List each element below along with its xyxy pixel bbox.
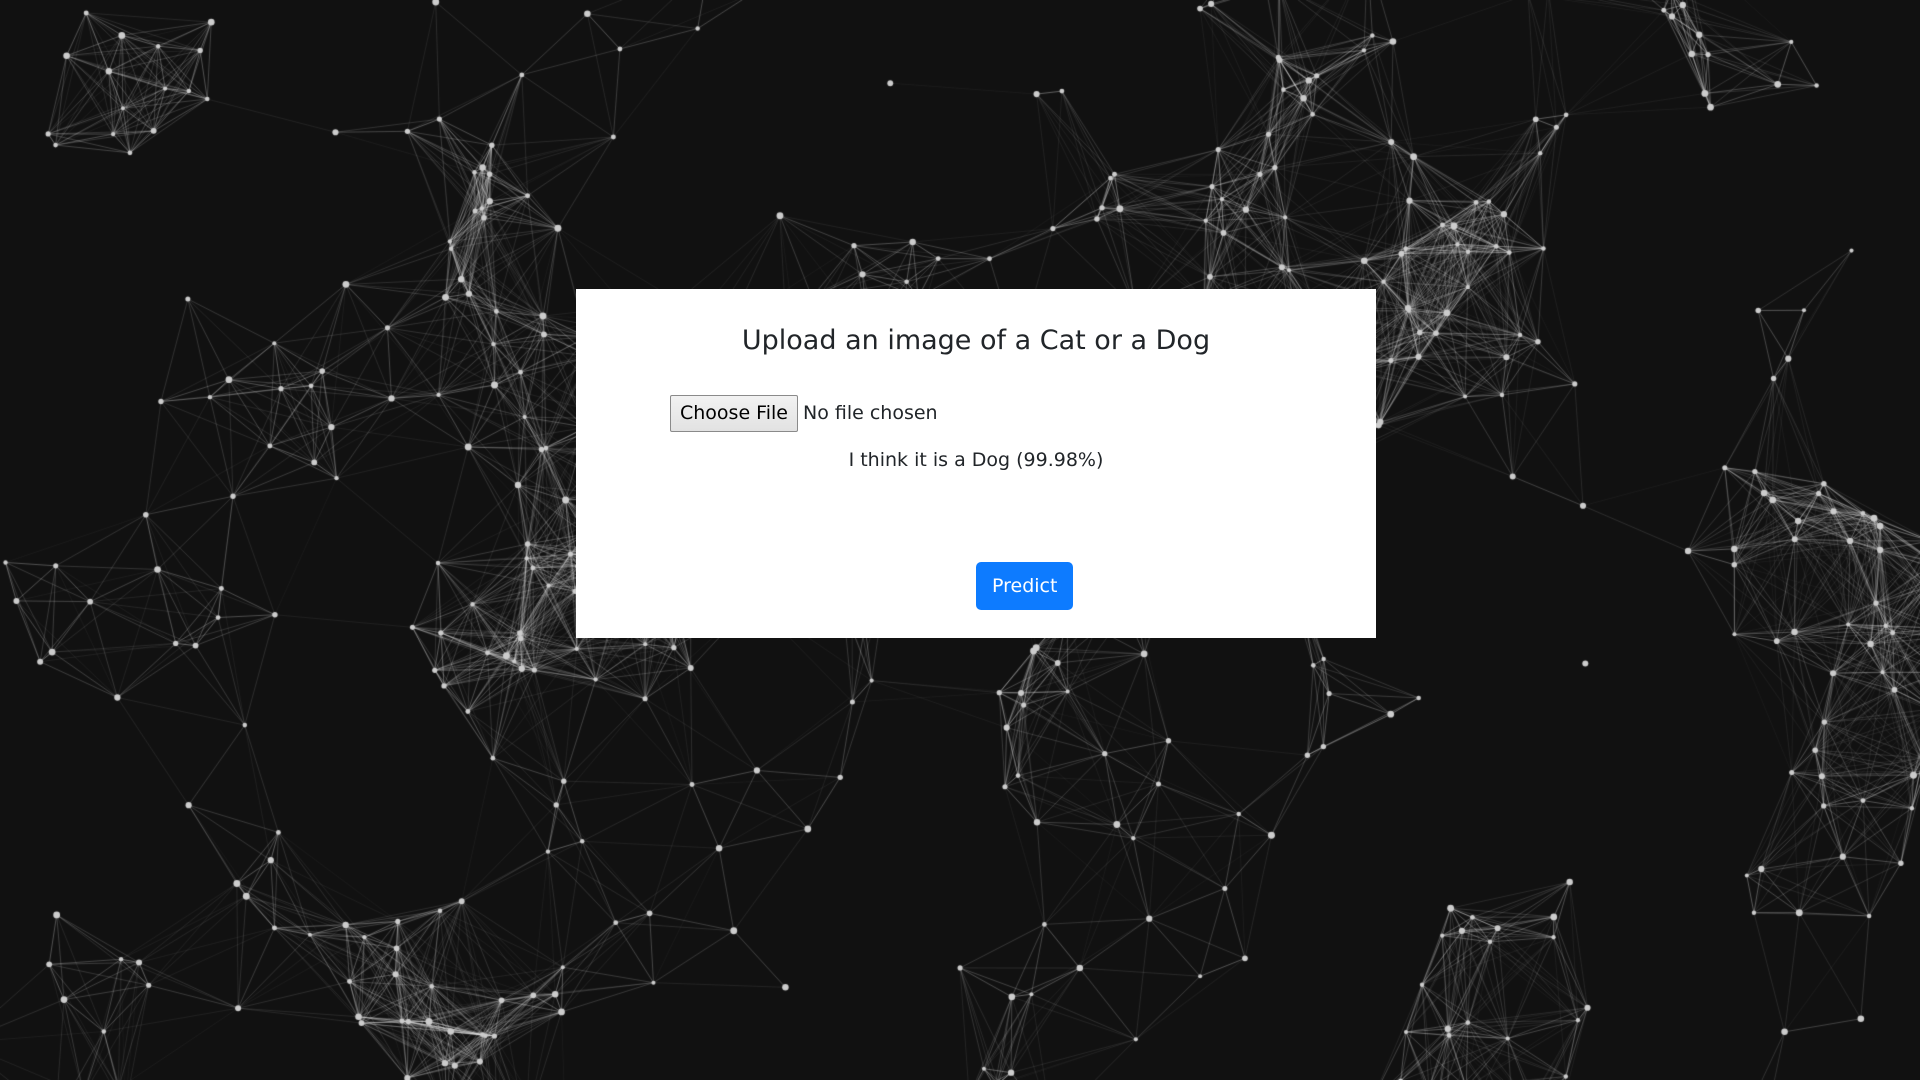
choose-file-button[interactable]: Choose File: [670, 394, 798, 432]
predict-button[interactable]: Predict: [976, 562, 1074, 610]
upload-card: Upload an image of a Cat or a Dog Choose…: [576, 289, 1376, 638]
file-input: Choose File No file chosen: [670, 394, 938, 432]
prediction-result: I think it is a Dog (99.98%): [848, 449, 1104, 471]
file-status-text: No file chosen: [802, 402, 938, 424]
page-title: Upload an image of a Cat or a Dog: [741, 325, 1211, 356]
